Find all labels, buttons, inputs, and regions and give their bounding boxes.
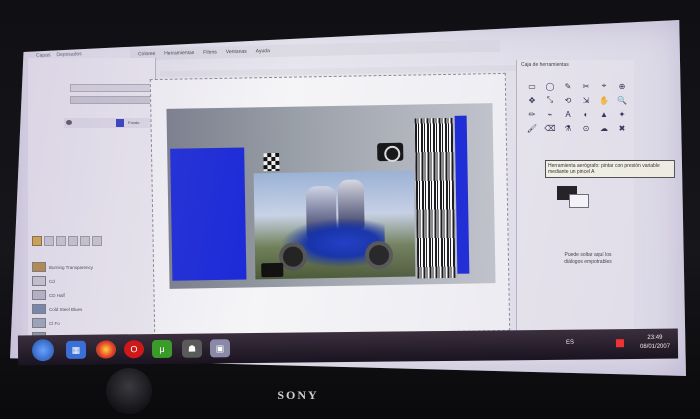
- font-tab-icon[interactable]: [68, 236, 78, 246]
- menu-help[interactable]: Ayuda: [256, 48, 270, 54]
- zoom-icon[interactable]: 🔍: [615, 94, 629, 106]
- eraser-icon[interactable]: ⌫: [543, 122, 557, 134]
- clone-icon[interactable]: ⊙: [579, 122, 593, 134]
- start-button-icon[interactable]: [31, 339, 55, 362]
- toolbox-dock: Caja de herramientas ▭ ◯ ✎ ✂ ⌖ ⊕ ✥ ⤡ ⟲ ⇲…: [516, 60, 675, 352]
- toolbox-title: Caja de herramientas: [521, 62, 569, 68]
- gradient-item[interactable]: Cold Steel Blues: [32, 302, 150, 316]
- clock-time: 23:49: [647, 334, 663, 341]
- ellipse-select-icon[interactable]: ◯: [543, 80, 557, 92]
- airbrush-icon[interactable]: ⚗: [561, 122, 575, 134]
- palette-tab-icon[interactable]: [80, 236, 90, 246]
- menu-filters[interactable]: Filtros: [203, 49, 217, 55]
- layer-thumbnail: [116, 119, 124, 127]
- dodge-burn-icon[interactable]: ✖: [615, 122, 629, 134]
- blend-icon[interactable]: ✦: [615, 108, 629, 120]
- layer-opacity-slider[interactable]: [70, 96, 152, 104]
- menu-colors[interactable]: Colores: [138, 51, 155, 57]
- language-indicator[interactable]: ES: [566, 340, 574, 346]
- scissors-icon[interactable]: ✂: [579, 80, 593, 92]
- menu-tools[interactable]: Herramientas: [164, 50, 194, 57]
- scale-icon[interactable]: ⤡: [543, 94, 557, 106]
- background-color-swatch[interactable]: [569, 194, 589, 208]
- fuzzy-select-icon[interactable]: ⌖: [597, 80, 611, 92]
- brush-tab-icon[interactable]: [44, 236, 54, 246]
- opera-icon[interactable]: O: [123, 340, 145, 359]
- pencil-icon[interactable]: ✏: [525, 108, 539, 120]
- gradient-item[interactable]: Burning Transparency: [32, 260, 150, 274]
- blue-panel-left: [170, 147, 247, 281]
- explorer-icon[interactable]: ▦: [65, 340, 87, 359]
- image-viewer-icon[interactable]: ▣: [209, 339, 231, 358]
- dock-drop-hint: Puede soltar aquí los diálogos empotrabl…: [564, 252, 612, 265]
- gradient-item[interactable]: Cd: [32, 274, 150, 288]
- eye-icon[interactable]: [66, 120, 72, 125]
- utorrent-icon[interactable]: μ: [151, 339, 173, 359]
- layer-row[interactable]: Fondo: [64, 118, 154, 128]
- id-card-image: [166, 103, 496, 289]
- tool-grid: ▭ ◯ ✎ ✂ ⌖ ⊕ ✥ ⤡ ⟲ ⇲ ✋ 🔍 ✏ ⌁ A ◐ ▲ ✦ 🖌 ⌫ …: [525, 80, 631, 134]
- barcode: [414, 117, 456, 279]
- monitor-brand-label: SONY: [277, 388, 319, 402]
- checkered-flag-icon: [263, 152, 280, 172]
- rider-icon: [377, 142, 404, 162]
- power-button[interactable]: [106, 368, 152, 414]
- system-clock[interactable]: 23:49 08/01/2007: [640, 334, 670, 352]
- gradient-swatch: [32, 276, 46, 286]
- blue-stripe-right: [454, 115, 470, 274]
- measure-icon[interactable]: ⌁: [543, 108, 557, 120]
- tool-tooltip: Herramienta aerógrafo: pintar con presió…: [545, 160, 675, 178]
- pattern-tab-icon[interactable]: [56, 236, 66, 246]
- paintbrush-icon[interactable]: 🖌: [525, 122, 539, 134]
- paths-icon[interactable]: ⊕: [615, 80, 629, 92]
- gradient-swatch: [32, 304, 46, 314]
- gradient-tab-icon[interactable]: [32, 236, 42, 246]
- gradient-swatch: [32, 290, 46, 300]
- rect-select-icon[interactable]: ▭: [525, 80, 539, 92]
- text-icon[interactable]: A: [561, 108, 575, 120]
- bucket-icon[interactable]: ▲: [597, 108, 611, 120]
- crop-icon[interactable]: ⇲: [579, 94, 593, 106]
- gimp-icon[interactable]: ☗: [181, 339, 203, 358]
- menu-windows[interactable]: Ventanas: [226, 49, 247, 56]
- gradient-item[interactable]: CD Half: [32, 288, 150, 302]
- free-select-icon[interactable]: ✎: [561, 80, 575, 92]
- chrome-icon[interactable]: [95, 340, 117, 359]
- dock-tabs: [32, 236, 132, 248]
- gradient-item[interactable]: Cl Fo: [32, 316, 150, 330]
- smudge-icon[interactable]: ☁: [597, 122, 611, 134]
- gradient-swatch: [32, 318, 46, 328]
- color-picker-icon[interactable]: ◐: [579, 108, 593, 120]
- hand-icon[interactable]: ✋: [597, 94, 611, 106]
- move-icon[interactable]: ✥: [525, 94, 539, 106]
- document-tab-icon[interactable]: [92, 236, 102, 246]
- clock-date: 08/01/2007: [639, 343, 671, 350]
- motogp-logo: [261, 262, 284, 278]
- gradient-swatch: [32, 262, 46, 272]
- rotate-icon[interactable]: ⟲: [561, 94, 575, 106]
- monitor-screen: Capas Deposados Colores Herramientas Fil…: [10, 20, 686, 376]
- layer-name: Fondo: [128, 120, 140, 125]
- action-center-flag-icon[interactable]: [615, 339, 625, 348]
- layer-mode-select[interactable]: [70, 84, 152, 92]
